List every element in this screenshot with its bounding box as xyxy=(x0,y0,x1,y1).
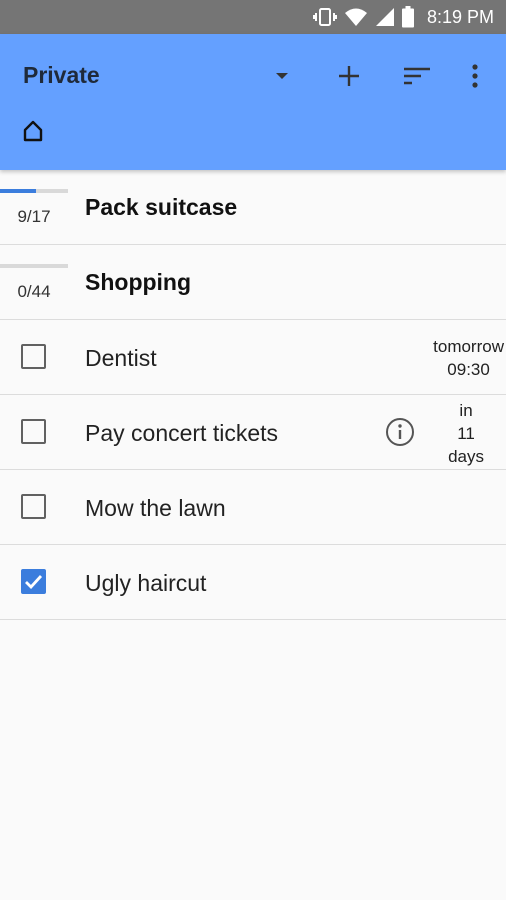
due-date: in 11 days xyxy=(448,399,484,468)
task-checkbox[interactable] xyxy=(21,419,46,444)
due-line: days xyxy=(448,447,484,466)
page-title[interactable]: Private xyxy=(23,62,100,89)
list-title: Pack suitcase xyxy=(85,194,238,220)
progress-count: 0/44 xyxy=(17,282,51,301)
vibrate-icon xyxy=(312,7,337,27)
list-title: Shopping xyxy=(85,269,192,295)
list-item-pack-suitcase[interactable]: 9/17 Pack suitcase xyxy=(0,170,506,245)
task-title: Pay concert tickets xyxy=(85,420,279,446)
progress-bar xyxy=(0,264,68,268)
task-row-mow-the-lawn[interactable]: Mow the lawn xyxy=(0,470,506,545)
task-title: Ugly haircut xyxy=(85,570,207,596)
due-line: 11 xyxy=(457,424,475,443)
due-line: tomorrow xyxy=(433,337,504,356)
sort-icon[interactable] xyxy=(397,56,437,96)
home-icon[interactable] xyxy=(20,118,46,144)
cell-signal-icon xyxy=(375,7,395,27)
task-checkbox[interactable] xyxy=(21,344,46,369)
dropdown-arrow-icon[interactable] xyxy=(262,56,302,96)
app-bar: Private xyxy=(0,34,506,170)
task-title: Mow the lawn xyxy=(85,495,226,521)
progress-count: 9/17 xyxy=(17,207,51,226)
task-row-ugly-haircut[interactable]: Ugly haircut xyxy=(0,545,506,620)
info-icon[interactable] xyxy=(384,416,416,448)
progress-bar xyxy=(0,189,68,193)
due-date: tomorrow 09:30 xyxy=(433,335,504,381)
more-vert-icon[interactable] xyxy=(455,56,495,96)
task-title: Dentist xyxy=(85,345,157,371)
task-checkbox[interactable] xyxy=(21,569,46,594)
status-time: 8:19 PM xyxy=(426,6,494,27)
add-icon[interactable] xyxy=(329,56,369,96)
due-line: in xyxy=(459,401,473,420)
progress-fill xyxy=(0,189,37,193)
task-checkbox[interactable] xyxy=(21,494,46,519)
task-row-pay-concert-tickets[interactable]: Pay concert tickets in 11 days xyxy=(0,395,506,470)
list-item-shopping[interactable]: 0/44 Shopping xyxy=(0,245,506,320)
due-line: 09:30 xyxy=(447,360,490,379)
task-list: 9/17 Pack suitcase 0/44 Shopping Dentist… xyxy=(0,170,506,620)
task-row-dentist[interactable]: Dentist tomorrow 09:30 xyxy=(0,320,506,395)
battery-icon xyxy=(401,6,414,28)
check-icon xyxy=(25,575,43,589)
status-bar: 8:19 PM xyxy=(0,0,506,34)
wifi-icon xyxy=(344,7,368,27)
